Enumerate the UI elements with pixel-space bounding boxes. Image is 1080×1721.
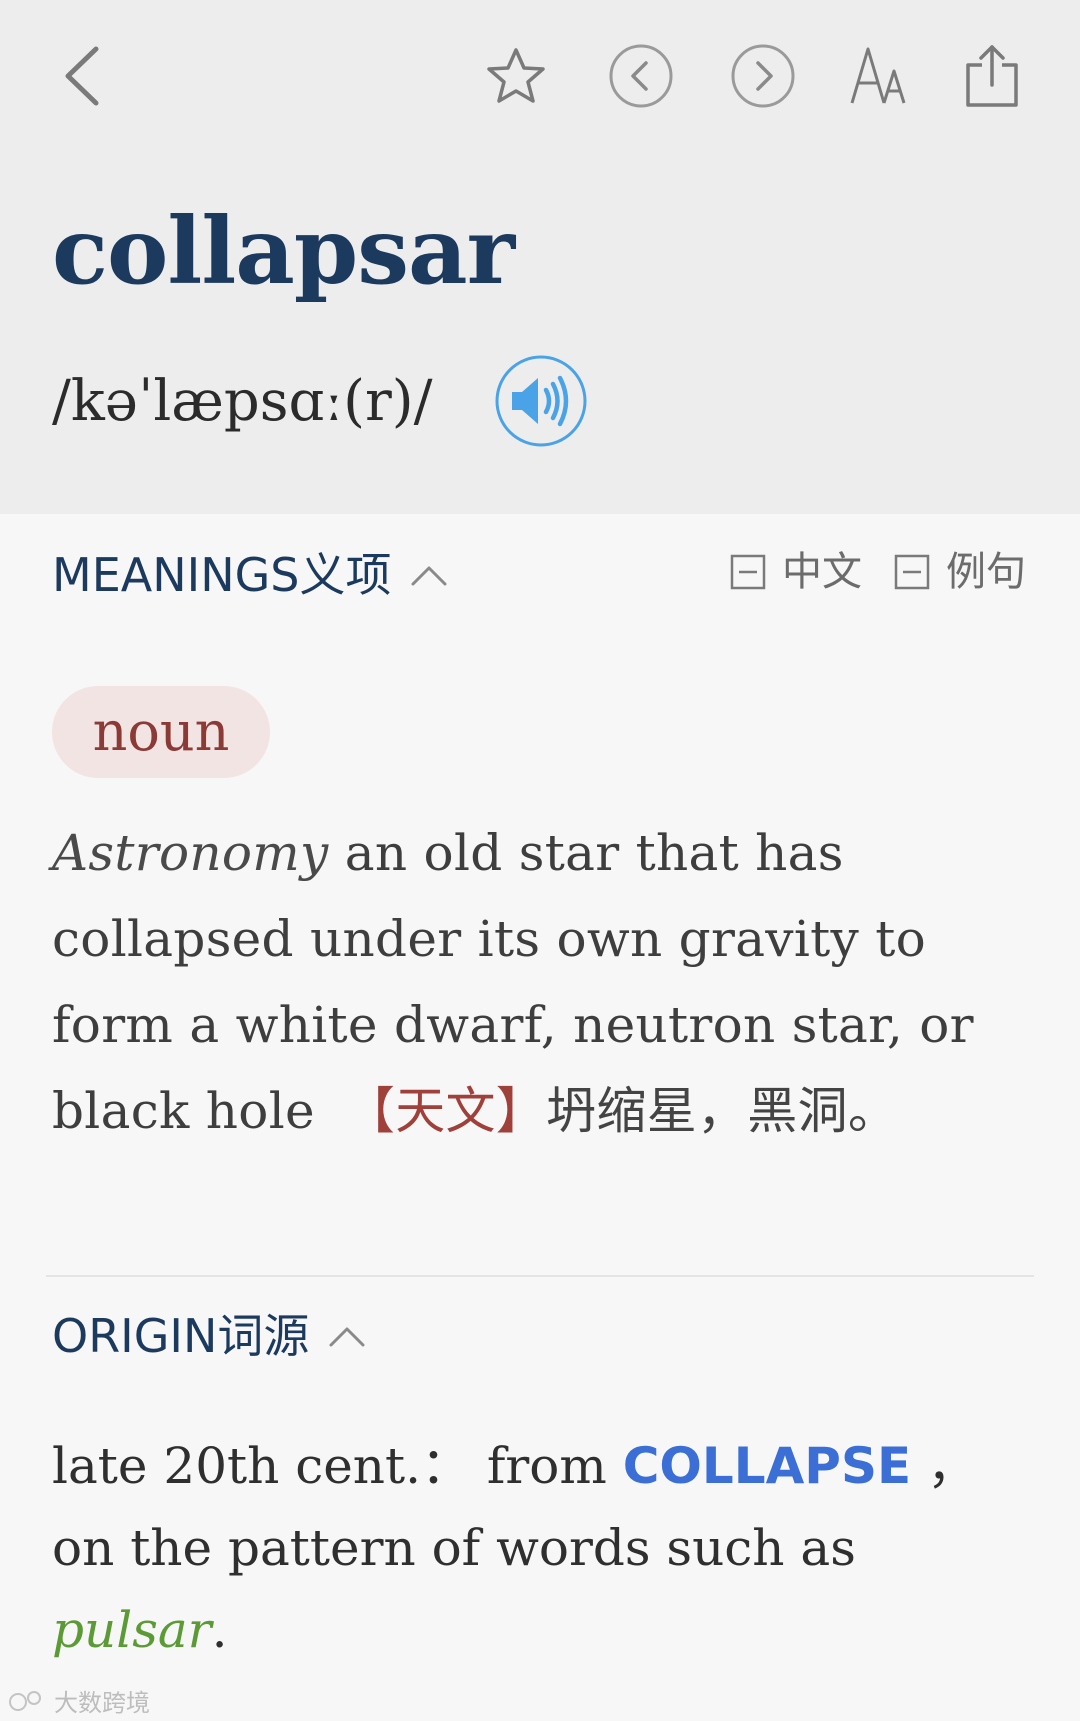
section-divider [46,1275,1034,1277]
watermark-logo-icon [9,1690,41,1711]
subject-label: Astronomy [52,824,329,882]
origin-suffix: . [211,1601,228,1659]
watermark-text: 大数跨境 [54,1689,150,1717]
play-audio-button[interactable] [494,354,588,448]
share-button[interactable] [952,40,1032,112]
toggle-examples-label: 例句 [946,549,1026,595]
back-button[interactable] [42,40,122,112]
cross-reference-link[interactable]: COLLAPSE [623,1437,911,1495]
toolbar [0,0,1080,160]
watermark: 大数跨境 [8,1683,150,1718]
pronunciation-row: /kəˈlæpsɑː(r)/ [52,362,433,442]
chevron-up-icon [329,1327,365,1347]
pronunciation: /kəˈlæpsɑː(r)/ [52,369,433,434]
next-entry-button[interactable] [723,40,803,112]
star-outline-icon [487,48,545,103]
headword: collapsar [52,197,515,305]
part-of-speech: noun [92,700,230,763]
chevron-left-icon [65,46,99,106]
toggle-examples[interactable]: 例句 [894,552,1026,592]
collapse-box-icon [894,554,930,590]
definition: Astronomy an old star that has collapsed… [52,810,1012,1154]
share-icon [966,45,1018,107]
origin-text: late 20th cent.： from COLLAPSE ，on the p… [52,1425,1012,1671]
part-of-speech-badge: noun [52,686,270,778]
collapse-box-icon [730,554,766,590]
example-word: pulsar [52,1601,212,1659]
circle-chevron-right-icon [731,44,795,108]
chinese-definition: 坍缩星，黑洞。 [546,1082,899,1140]
origin-prefix: late 20th cent.： from [52,1437,623,1495]
meanings-title: MEANINGS义项 [52,548,392,602]
favorite-button[interactable] [476,40,556,112]
origin-header[interactable]: ORIGIN词源 [52,1313,367,1359]
toggle-chinese[interactable]: 中文 [730,552,862,592]
entry-header: collapsar /kəˈlæpsɑː(r)/ [0,0,1080,514]
font-size-icon [850,47,906,104]
meanings-header[interactable]: MEANINGS义项 [52,552,449,598]
font-size-button[interactable] [840,40,920,112]
circle-chevron-left-icon [609,44,673,108]
previous-entry-button[interactable] [601,40,681,112]
speaker-icon [495,355,587,447]
display-toggles: 中文 例句 [730,552,1026,592]
chevron-up-icon [411,566,447,586]
chinese-subject-tag: 【天文】 [344,1082,547,1140]
origin-title: ORIGIN词源 [52,1309,310,1363]
toggle-chinese-label: 中文 [782,549,862,595]
